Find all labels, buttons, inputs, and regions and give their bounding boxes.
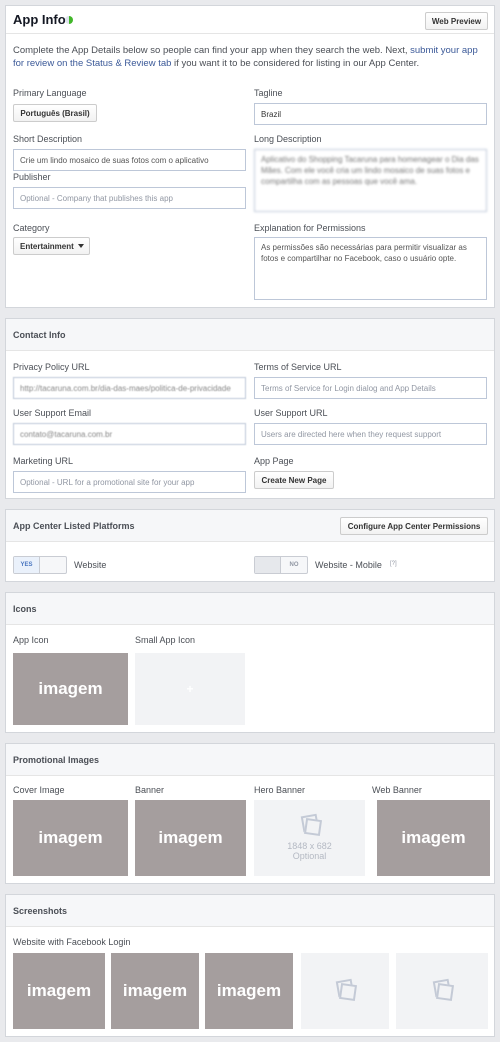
hero-banner-size: 1848 x 682 [287, 841, 332, 851]
tagline-input[interactable]: Brazil [254, 103, 487, 125]
primary-language-label: Primary Language [13, 88, 87, 98]
long-description-textarea[interactable]: Aplicativo do Shopping Tacaruna para hom… [254, 149, 487, 212]
app-info-description: Complete the App Details below so people… [13, 44, 483, 70]
tos-label: Terms of Service URL [254, 362, 342, 372]
publisher-input[interactable]: Optional - Company that publishes this a… [13, 187, 246, 209]
web-banner-label: Web Banner [372, 785, 422, 795]
contact-info-panel: Contact Info Privacy Policy URL http://t… [5, 318, 495, 499]
screenshot-2[interactable]: imagem [111, 953, 199, 1029]
app-icon-image[interactable]: imagem [13, 653, 128, 725]
banner-image[interactable]: imagem [135, 800, 246, 876]
marketing-url-input[interactable]: Optional - URL for a promotional site fo… [13, 471, 246, 493]
website-fb-login-label: Website with Facebook Login [13, 937, 131, 947]
website-toggle-yes: YES [14, 557, 40, 573]
chevron-down-icon [77, 244, 84, 248]
platforms-panel: App Center Listed Platforms Configure Ap… [5, 509, 495, 582]
marketing-url-label: Marketing URL [13, 456, 74, 466]
screenshot-3[interactable]: imagem [205, 953, 293, 1029]
app-info-title: App Info [13, 12, 66, 27]
icons-panel: Icons App Icon imagem Small App Icon + [5, 592, 495, 733]
app-info-panel: App Info Web Preview Complete the App De… [5, 5, 495, 308]
screenshot-upload-4[interactable] [301, 953, 389, 1029]
short-description-input[interactable]: Crie um lindo mosaico de suas fotos com … [13, 149, 246, 171]
hero-banner-optional: Optional [292, 851, 327, 861]
plus-icon: + [186, 682, 194, 696]
privacy-policy-input[interactable]: http://tacaruna.com.br/dia-das-maes/poli… [13, 377, 246, 399]
screenshot-upload-5[interactable] [396, 953, 488, 1029]
app-icon-label: App Icon [13, 635, 49, 645]
app-info-header [6, 6, 494, 34]
publisher-label: Publisher [13, 172, 51, 182]
permissions-textarea[interactable]: As permissões são necessárias para permi… [254, 237, 487, 300]
support-email-input[interactable]: contato@tacaruna.com.br [13, 423, 246, 445]
website-mobile-label: Website - Mobile [315, 560, 382, 570]
screenshots-title: Screenshots [13, 906, 68, 916]
configure-permissions-button[interactable]: Configure App Center Permissions [340, 517, 488, 535]
website-toggle[interactable]: YES [13, 556, 67, 574]
short-description-label: Short Description [13, 134, 83, 144]
web-preview-button[interactable]: Web Preview [425, 12, 488, 30]
website-mobile-toggle-no: NO [289, 562, 299, 568]
tos-input[interactable]: Terms of Service for Login dialog and Ap… [254, 377, 487, 399]
icons-title: Icons [13, 604, 37, 614]
platforms-title: App Center Listed Platforms [13, 521, 135, 531]
description-text-end: if you want it to be considered for list… [171, 58, 420, 69]
promotional-images-panel: Promotional Images Cover Image imagem Ba… [5, 743, 495, 884]
primary-language-select[interactable]: Português (Brasil) [13, 104, 97, 122]
category-value: Entertainment [20, 241, 74, 251]
description-text: Complete the App Details below so people… [13, 45, 411, 56]
support-url-label: User Support URL [254, 408, 328, 418]
status-dot-icon [65, 16, 73, 24]
contact-info-header [6, 319, 494, 351]
privacy-policy-label: Privacy Policy URL [13, 362, 90, 372]
support-email-label: User Support Email [13, 408, 92, 418]
long-description-label: Long Description [254, 134, 322, 144]
help-icon[interactable]: [?] [390, 561, 397, 567]
cover-image-label: Cover Image [13, 785, 65, 795]
banner-label: Banner [135, 785, 165, 795]
photo-placeholder-icon [334, 978, 358, 1002]
contact-info-title: Contact Info [13, 330, 66, 340]
website-label: Website [74, 560, 107, 570]
category-select[interactable]: Entertainment [13, 237, 90, 255]
screenshots-panel: Screenshots Website with Facebook Login … [5, 894, 495, 1037]
screenshot-1[interactable]: imagem [13, 953, 105, 1029]
hero-banner-label: Hero Banner [254, 785, 306, 795]
icons-header [6, 593, 494, 625]
create-new-page-button[interactable]: Create New Page [254, 471, 334, 489]
category-label: Category [13, 223, 50, 233]
small-app-icon-label: Small App Icon [135, 635, 196, 645]
permissions-label: Explanation for Permissions [254, 223, 366, 233]
photo-placeholder-icon [299, 813, 322, 837]
screenshots-header [6, 895, 494, 927]
website-mobile-toggle[interactable]: NO [254, 556, 308, 574]
web-banner-image[interactable]: imagem [377, 800, 490, 876]
photo-placeholder-icon [431, 978, 455, 1002]
small-app-icon-upload[interactable]: + [135, 653, 245, 725]
tagline-label: Tagline [254, 88, 283, 98]
app-page-label: App Page [254, 456, 294, 466]
promo-title: Promotional Images [13, 755, 100, 765]
cover-image[interactable]: imagem [13, 800, 128, 876]
support-url-input[interactable]: Users are directed here when they reques… [254, 423, 487, 445]
hero-banner-upload[interactable]: 1848 x 682 Optional [254, 800, 365, 876]
